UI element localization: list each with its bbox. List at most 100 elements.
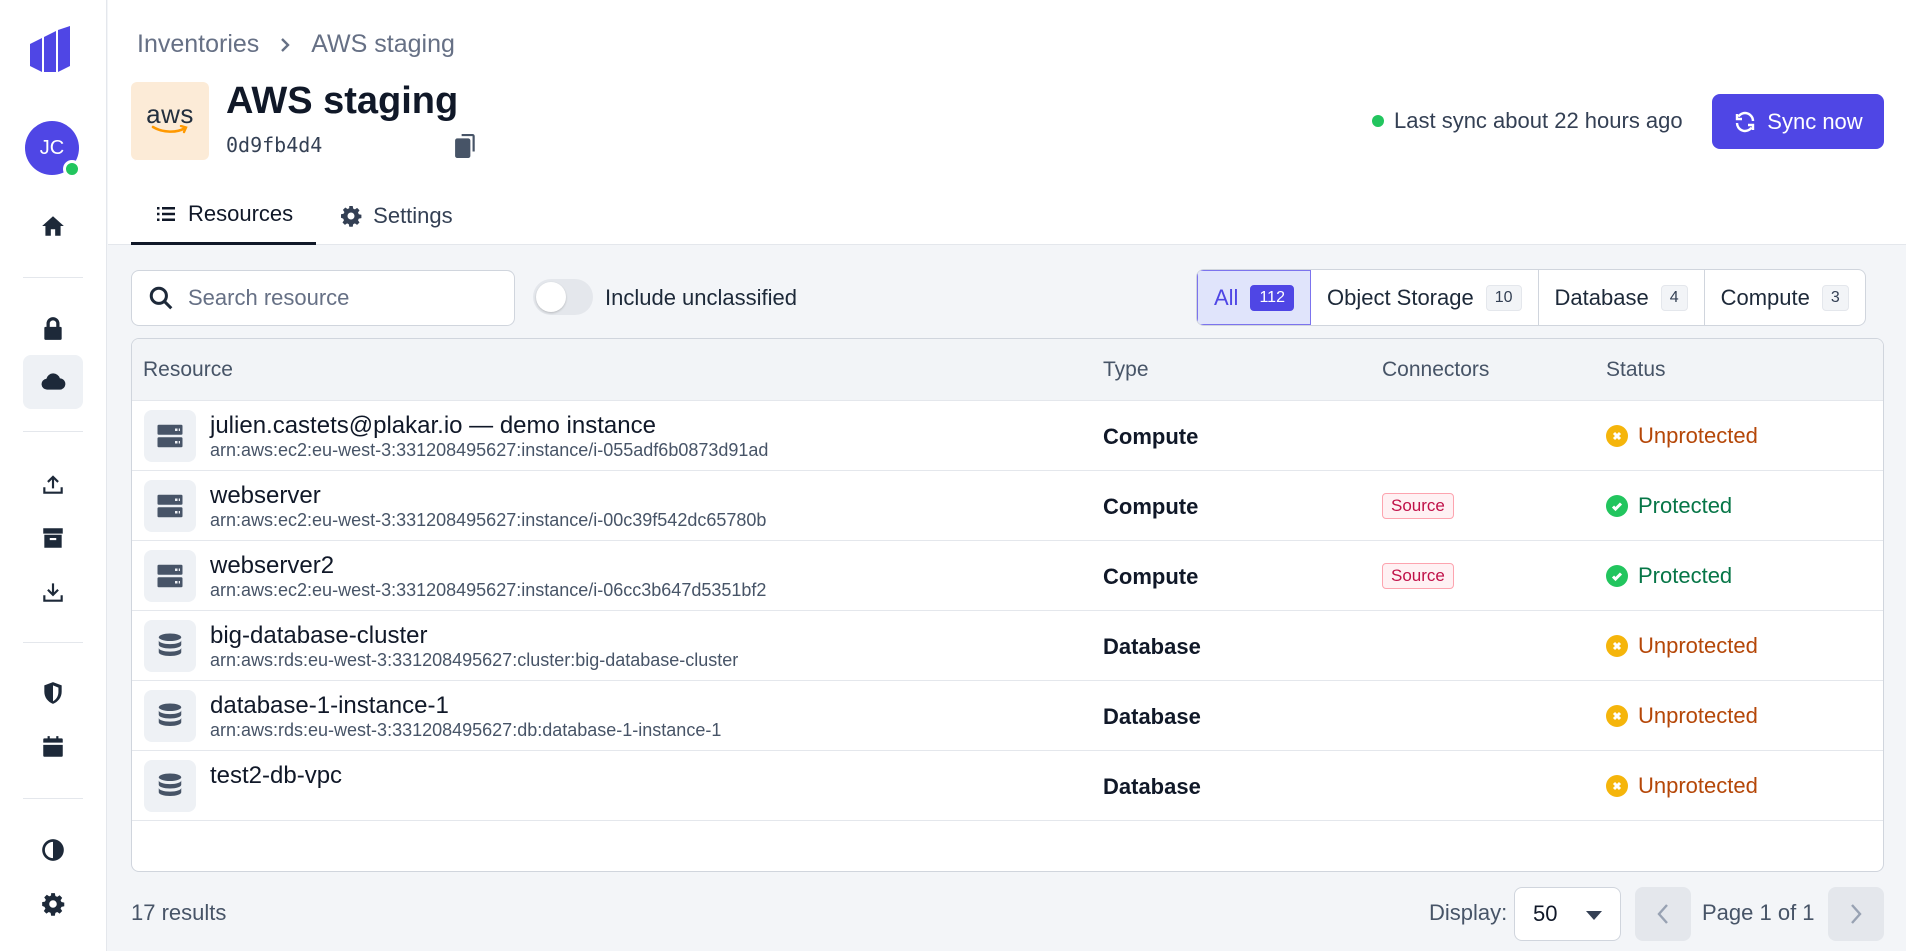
status-badge: Unprotected (1606, 633, 1758, 659)
resource-arn: arn:aws:ec2:eu-west-3:331208495627:insta… (210, 440, 769, 460)
inventory-id: 0d9fb4d4 (226, 133, 323, 157)
search-box (131, 270, 515, 326)
breadcrumb: Inventories AWS staging (137, 30, 455, 59)
tab-resources[interactable]: Resources (131, 186, 317, 245)
sidebar-item-policies[interactable] (23, 666, 83, 720)
x-circle-icon (1606, 705, 1628, 727)
database-icon (158, 633, 182, 656)
resource-arn: arn:aws:rds:eu-west-3:331208495627:clust… (210, 650, 739, 670)
theme-icon (42, 839, 64, 861)
server-icon (157, 564, 183, 588)
sidebar-item-schedules[interactable] (23, 720, 83, 774)
upload-icon (43, 475, 63, 494)
prev-page-button[interactable] (1635, 887, 1691, 941)
filter-compute[interactable]: Compute 3 (1705, 270, 1865, 325)
resource-name[interactable]: webserver2 (210, 552, 334, 580)
filter-all[interactable]: All 112 (1197, 270, 1311, 325)
sidebar-item-archive[interactable] (23, 511, 83, 565)
sync-now-label: Sync now (1767, 108, 1863, 134)
sidebar-item-backup[interactable] (23, 457, 83, 511)
sidebar-item-settings[interactable] (23, 877, 83, 931)
cloud-icon (41, 373, 66, 390)
aws-logo: aws (131, 82, 209, 160)
column-header-status[interactable]: Status (1606, 358, 1666, 382)
column-header-resource[interactable]: Resource (143, 358, 233, 382)
column-header-connectors[interactable]: Connectors (1382, 358, 1489, 382)
column-header-type[interactable]: Type (1103, 358, 1149, 382)
sync-now-button[interactable]: Sync now (1712, 94, 1884, 149)
table-row[interactable]: test2-db-vpc Database Unprotected (132, 751, 1883, 821)
breadcrumb-link-inventories[interactable]: Inventories (137, 30, 259, 59)
page-size-value: 50 (1533, 901, 1558, 926)
sidebar-item-security[interactable] (23, 302, 83, 356)
page-header: Inventories AWS staging aws AWS staging … (108, 0, 1906, 245)
sync-status-text: Last sync about 22 hours ago (1394, 108, 1683, 133)
sidebar-divider (23, 277, 83, 278)
resource-name[interactable]: julien.castets@plakar.io — demo instance (210, 412, 656, 440)
sidebar-item-home[interactable] (23, 199, 83, 253)
filter-label: Compute (1720, 284, 1810, 310)
search-icon (149, 286, 173, 310)
x-circle-icon (1606, 425, 1628, 447)
include-unclassified-toggle[interactable] (533, 279, 593, 315)
resource-name[interactable]: webserver (210, 482, 321, 510)
refresh-icon (1736, 111, 1755, 132)
status-badge: Unprotected (1606, 423, 1758, 449)
gear-icon (42, 893, 65, 916)
resource-type: Database (1103, 774, 1201, 799)
download-icon (43, 583, 63, 602)
online-status-dot (63, 160, 81, 178)
breadcrumb-current: AWS staging (311, 30, 455, 58)
resources-table: Resource Type Connectors Status julien.c… (131, 338, 1884, 872)
sidebar-item-restore[interactable] (23, 565, 83, 619)
results-count: 17 results (131, 900, 227, 925)
page-size-select[interactable]: 50 (1514, 887, 1621, 941)
sidebar-item-theme[interactable] (23, 823, 83, 877)
filter-count-badge: 10 (1485, 284, 1522, 311)
sidebar-divider (23, 798, 83, 799)
table-row[interactable]: database-1-instance-1 arn:aws:rds:eu-west… (132, 681, 1883, 751)
tab-settings[interactable]: Settings (316, 186, 476, 245)
table-row[interactable]: webserver arn:aws:ec2:eu-west-3:331208495… (132, 471, 1883, 541)
status-text: Protected (1638, 563, 1733, 588)
status-text: Unprotected (1638, 773, 1758, 798)
resource-arn: arn:aws:ec2:eu-west-3:331208495627:insta… (210, 580, 767, 600)
resource-type-icon (144, 620, 196, 672)
type-filter-group: All 112 Object Storage 10 Database 4 Com… (1196, 269, 1866, 326)
resource-name[interactable]: database-1-instance-1 (210, 692, 449, 720)
sidebar-divider (23, 431, 83, 432)
tab-bar: Resources Settings (131, 186, 476, 245)
next-page-button[interactable] (1828, 887, 1884, 941)
resource-type-icon (144, 690, 196, 742)
aws-smile-icon (151, 125, 188, 134)
filter-object-storage[interactable]: Object Storage 10 (1311, 270, 1539, 325)
resource-name[interactable]: big-database-cluster (210, 622, 427, 650)
resource-name[interactable]: test2-db-vpc (210, 762, 342, 790)
table-row[interactable]: julien.castets@plakar.io — demo instance… (132, 401, 1883, 471)
server-icon (157, 494, 183, 518)
aws-logo-text: aws (146, 99, 194, 129)
filter-database[interactable]: Database 4 (1539, 270, 1705, 325)
copy-icon (455, 134, 475, 158)
sync-status: Last sync about 22 hours ago (1372, 108, 1683, 134)
table-header: Resource Type Connectors Status (132, 339, 1883, 401)
connector-badge: Source (1382, 493, 1454, 519)
shield-icon (44, 682, 62, 704)
status-text: Protected (1638, 493, 1733, 518)
server-icon (157, 424, 183, 448)
table-row[interactable]: webserver2 arn:aws:ec2:eu-west-3:33120849… (132, 541, 1883, 611)
lock-icon (44, 317, 62, 340)
filter-count-badge: 112 (1250, 284, 1294, 311)
table-row[interactable]: big-database-cluster arn:aws:rds:eu-west-… (132, 611, 1883, 681)
resource-type-icon (144, 760, 196, 812)
avatar-initials: JC (39, 136, 65, 159)
search-input[interactable] (188, 285, 508, 311)
status-badge: Protected (1606, 493, 1732, 519)
sidebar-divider (23, 642, 83, 643)
status-text: Unprotected (1638, 423, 1758, 448)
toggle-knob (536, 282, 566, 312)
list-icon (157, 207, 175, 221)
sidebar-item-inventories[interactable] (23, 355, 83, 409)
copy-id-button[interactable] (452, 132, 480, 160)
app-logo[interactable] (28, 26, 72, 72)
